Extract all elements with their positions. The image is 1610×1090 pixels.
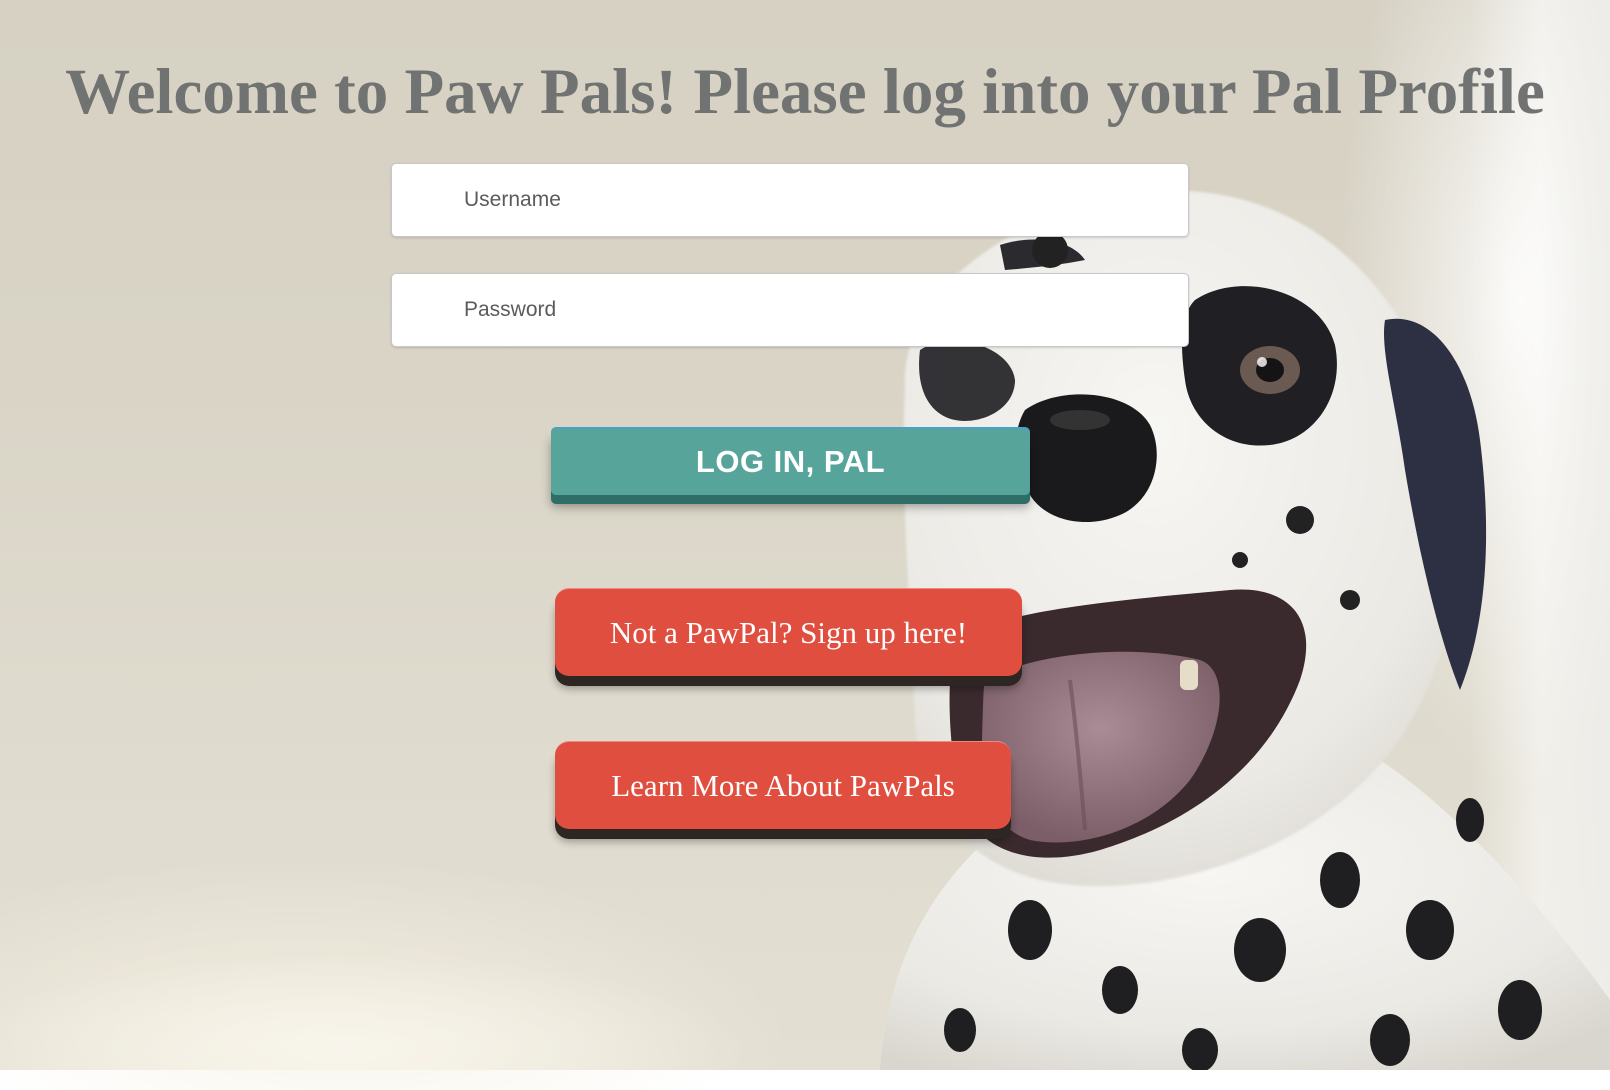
login-button[interactable]: LOG IN, PAL [551, 427, 1030, 495]
learn-more-button[interactable]: Learn More About PawPals [555, 741, 1011, 829]
signup-button[interactable]: Not a PawPal? Sign up here! [555, 588, 1022, 676]
dalmatian-photo [880, 190, 1610, 1070]
username-input[interactable] [391, 163, 1189, 237]
page-title: Welcome to Paw Pals! Please log into you… [65, 56, 1545, 128]
password-input[interactable] [391, 273, 1189, 347]
